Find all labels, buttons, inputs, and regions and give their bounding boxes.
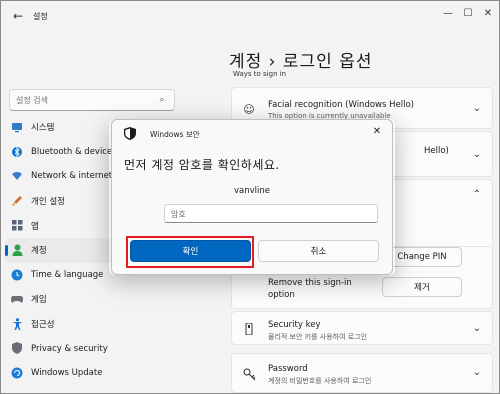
password-card[interactable]: Password 계정의 비밀번호를 사용하여 로그인 ⌄	[231, 353, 493, 393]
system-icon	[11, 121, 23, 133]
chevron-down-icon[interactable]: ⌄	[472, 324, 482, 334]
sidebar-item-label: Time & language	[31, 269, 104, 280]
security-key-card[interactable]: Security key 물리적 보안 키를 사용하여 로그인 ⌄	[231, 311, 493, 345]
security-key-subtitle: 물리적 보안 키를 사용하여 로그인	[268, 333, 368, 341]
ok-button[interactable]: 확인	[130, 240, 251, 262]
sidebar-item-label: 게임	[31, 295, 47, 306]
password-input[interactable]	[171, 207, 371, 221]
sidebar-item-gaming[interactable]: 게임	[5, 287, 181, 312]
gaming-icon	[11, 293, 23, 305]
close-icon[interactable]: ✕	[370, 125, 384, 139]
personalization-icon	[11, 195, 23, 207]
sidebar-item-label: 시스템	[31, 123, 55, 134]
sidebar-item-label: Privacy & security	[31, 343, 108, 354]
sidebar-item-label: Windows Update	[31, 368, 103, 379]
password-title: Password	[268, 364, 308, 374]
password-field[interactable]	[164, 204, 378, 223]
sidebar-item-label: 개인 설정	[31, 197, 65, 208]
settings-search[interactable]: ⌕	[9, 89, 175, 111]
dialog-app-name: Windows 보안	[150, 130, 200, 139]
clock-globe-icon	[11, 269, 23, 281]
chevron-down-icon[interactable]: ⌄	[472, 368, 482, 378]
minimize-button[interactable]: —	[441, 7, 455, 21]
sidebar-item-privacy[interactable]: Privacy & security	[5, 336, 181, 361]
settings-window: ← 설정 — ☐ ✕ 계정 › 로그인 옵션 ⌕ 시스템 Bluetooth &…	[0, 0, 500, 394]
facial-recognition-title: Facial recognition (Windows Hello)	[268, 100, 414, 110]
chevron-up-icon[interactable]: ⌃	[472, 190, 482, 200]
account-icon	[11, 244, 23, 256]
sidebar-item-label: Network & internet	[31, 171, 113, 182]
close-window-button[interactable]: ✕	[481, 7, 495, 21]
back-button[interactable]: ←	[11, 9, 25, 23]
face-icon: ☺	[243, 102, 255, 116]
remove-sign-in-title: Remove this sign-in option	[268, 278, 352, 300]
fingerprint-title: Hello)	[424, 146, 449, 156]
chevron-down-icon[interactable]: ⌄	[472, 104, 482, 114]
update-icon	[11, 367, 23, 379]
key-password-icon	[242, 367, 256, 381]
title-bar: ← 설정 — ☐ ✕	[1, 1, 499, 31]
sidebar-item-accessibility[interactable]: 접근성	[5, 312, 181, 337]
app-title: 설정	[33, 12, 48, 21]
sidebar-item-label: 앱	[31, 221, 39, 232]
key-icon	[242, 322, 256, 336]
search-input[interactable]	[16, 93, 156, 108]
remove-button[interactable]: 제거	[382, 277, 462, 297]
sidebar-item-windows-update[interactable]: Windows Update	[5, 361, 181, 386]
account-username: vanvline	[234, 186, 270, 196]
chevron-down-icon[interactable]: ⌄	[472, 150, 482, 160]
password-subtitle: 계정의 비밀번호를 사용하여 로그인	[268, 377, 372, 385]
windows-security-dialog: Windows 보안 ✕ 먼저 계정 암호를 확인하세요. vanvline 확…	[111, 119, 393, 275]
security-key-title: Security key	[268, 320, 321, 330]
search-icon[interactable]: ⌕	[156, 94, 168, 106]
network-icon	[11, 170, 23, 182]
page-title: 계정 › 로그인 옵션	[229, 52, 373, 72]
apps-icon	[11, 219, 23, 231]
section-header: Ways to sign in	[233, 70, 287, 78]
bluetooth-icon	[11, 146, 23, 158]
cancel-button[interactable]: 취소	[258, 240, 379, 262]
dialog-heading: 먼저 계정 암호를 확인하세요.	[124, 158, 280, 172]
sidebar-item-label: 계정	[31, 246, 47, 257]
maximize-button[interactable]: ☐	[461, 7, 475, 21]
shield-icon	[124, 127, 136, 140]
sidebar-item-label: Bluetooth & devices	[31, 146, 117, 157]
shield-icon	[11, 342, 23, 355]
accessibility-icon	[11, 317, 23, 330]
sidebar-item-label: 접근성	[31, 320, 55, 331]
